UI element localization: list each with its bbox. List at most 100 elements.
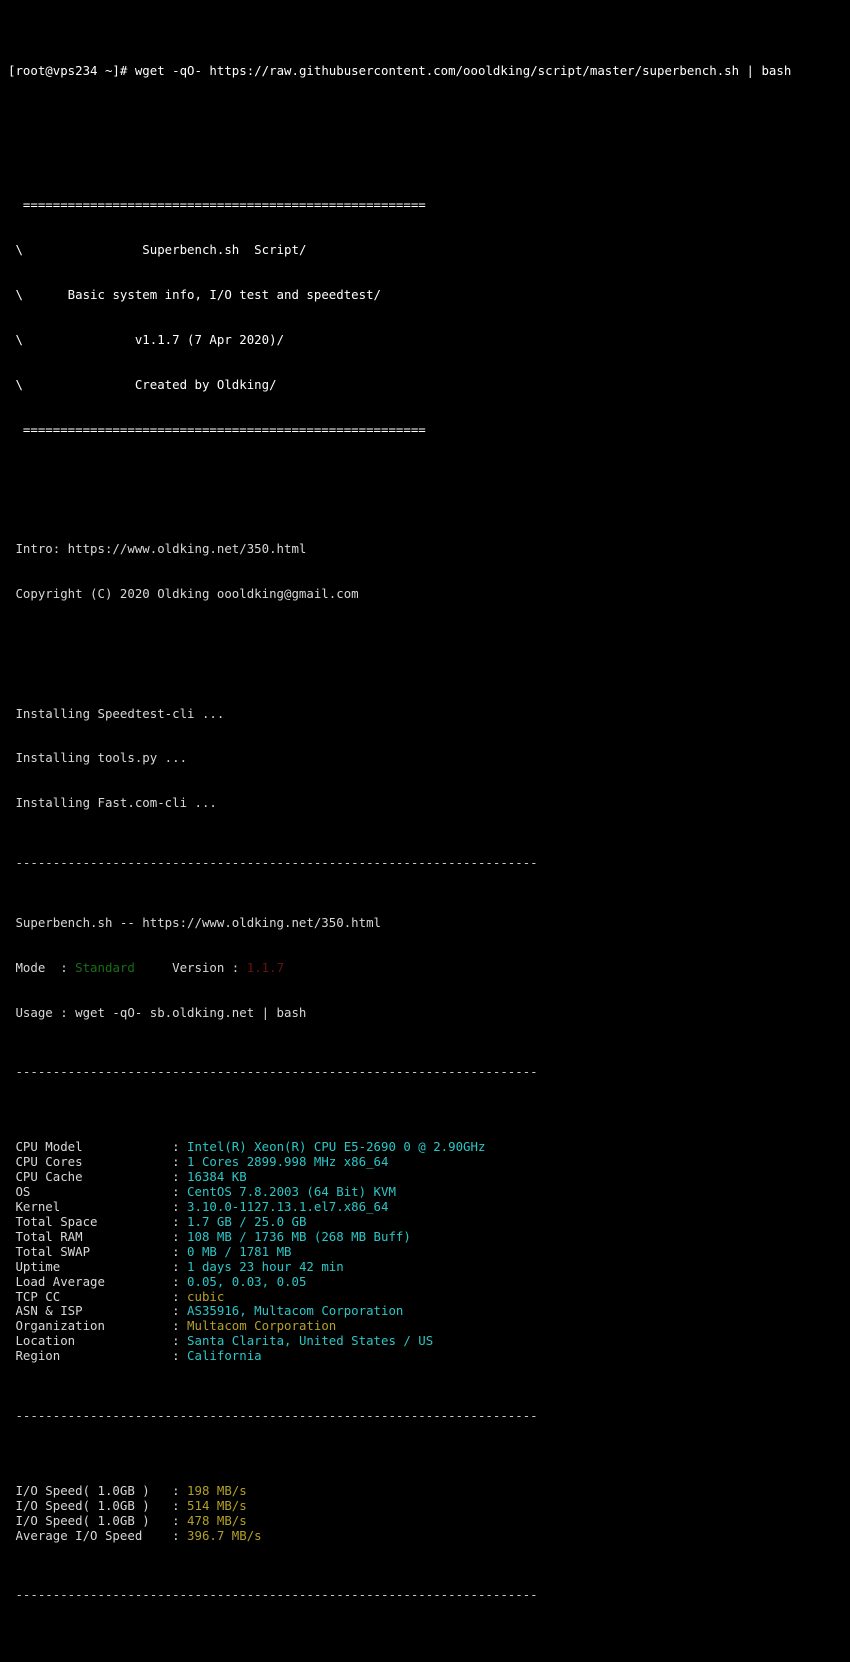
copyright-line: Copyright (C) 2020 Oldking oooldking@gma… [8, 586, 359, 602]
io-speed-value: 514 MB/s [187, 1497, 247, 1513]
system-info-row: Uptime : 1 days 23 hour 42 min [8, 1258, 850, 1275]
mode-label: Mode : [8, 959, 76, 975]
system-info-row: Total RAM : 108 MB / 1736 MB (268 MB Buf… [8, 1228, 850, 1245]
io-speed-row: I/O Speed( 1.0GB ) : 514 MB/s [8, 1497, 850, 1514]
banner-line-1: \ Superbench.sh Script/ [8, 242, 850, 258]
banner-slash-right: / [298, 242, 307, 258]
intro-link[interactable]: Intro: https://www.oldking.net/350.html [8, 541, 850, 557]
separator: ----------------------------------------… [8, 1064, 538, 1080]
system-info-label: Total Space : [8, 1213, 188, 1229]
banner-slash-right: / [269, 376, 277, 392]
io-speed-row: I/O Speed( 1.0GB ) : 198 MB/s [8, 1482, 850, 1499]
system-info-value: 16384 KB [187, 1169, 247, 1184]
usage-line: Usage : wget -qO- sb.oldking.net | bash [8, 1004, 307, 1020]
separator: ----------------------------------------… [8, 1408, 538, 1424]
banner-subtitle: Basic system info, I/O test and speedtes… [22, 287, 374, 303]
version-label: Version : [134, 959, 247, 975]
banner-slash-left: \ [8, 287, 23, 303]
system-info-row: Kernel : 3.10.0-1127.13.1.el7.x86_64 [8, 1198, 850, 1215]
mode-version-line: Mode : Standard Version : 1.1.7 [8, 959, 850, 976]
system-info-row: TCP CC : cubic [8, 1288, 850, 1305]
mode-value: Standard [75, 959, 135, 975]
system-info-label: Total RAM : [8, 1228, 188, 1244]
system-info-label: CPU Model : [8, 1139, 188, 1155]
system-info-value: California [187, 1348, 262, 1364]
io-speed-label: Average I/O Speed : [8, 1527, 188, 1543]
system-info-value: 0.05, 0.03, 0.05 [187, 1273, 307, 1289]
system-info-label: Region : [8, 1348, 188, 1364]
shell-command: wget -qO- https://raw.githubusercontent.… [134, 62, 792, 78]
system-info-row: Region : California [8, 1348, 850, 1364]
io-speed-value: 198 MB/s [187, 1482, 247, 1498]
system-info-value: AS35916, Multacom Corporation [187, 1303, 404, 1319]
system-info-row: CPU Cache : 16384 KB [8, 1169, 850, 1185]
script-header: Superbench.sh -- https://www.oldking.net… [8, 914, 381, 930]
system-info-label: Uptime : [8, 1258, 188, 1274]
banner-author: Created by Oldking [22, 376, 270, 392]
system-info-label: CPU Cache : [8, 1169, 188, 1184]
io-speed-value: 396.7 MB/s [187, 1527, 262, 1543]
system-info-value: 108 MB / 1736 MB (268 MB Buff) [187, 1228, 411, 1244]
system-info-label: OS : [8, 1183, 188, 1199]
system-info-value: 3.10.0-1127.13.1.el7.x86_64 [187, 1198, 389, 1214]
system-info-label: Total SWAP : [8, 1243, 188, 1259]
banner-slash-left: \ [8, 376, 23, 392]
system-info-row: OS : CentOS 7.8.2003 (64 Bit) KVM [8, 1183, 850, 1200]
io-speed-label: I/O Speed( 1.0GB ) : [8, 1512, 188, 1528]
system-info-row: CPU Cores : 1 Cores 2899.998 MHz x86_64 [8, 1154, 850, 1170]
banner-bottom-border: ========================================… [8, 421, 426, 437]
system-info-value: Santa Clarita, United States / US [187, 1333, 434, 1349]
io-speed-value: 478 MB/s [187, 1512, 247, 1528]
system-info-row: Total Space : 1.7 GB / 25.0 GB [8, 1213, 850, 1230]
installing-speedtest: Installing Speedtest-cli ... [8, 705, 225, 721]
command-line: [root@vps234 ~]# wget -qO- https://raw.g… [8, 62, 850, 79]
system-info-row: Load Average : 0.05, 0.03, 0.05 [8, 1273, 850, 1290]
system-info-value: 1 days 23 hour 42 min [187, 1258, 344, 1274]
version-value: 1.1.7 [246, 959, 285, 975]
banner-slash-right: / [373, 287, 382, 303]
banner-slash-left: \ [8, 331, 23, 347]
system-info-value: CentOS 7.8.2003 (64 Bit) KVM [187, 1183, 396, 1199]
banner-line-4: \ Created by Oldking/ [8, 376, 850, 393]
io-speed-row: I/O Speed( 1.0GB ) : 478 MB/s [8, 1512, 850, 1529]
system-info-value: Multacom Corporation [187, 1318, 337, 1334]
separator: ----------------------------------------… [8, 855, 538, 871]
banner-title: Superbench.sh Script [22, 242, 299, 258]
system-info-row: ASN & ISP : AS35916, Multacom Corporatio… [8, 1303, 850, 1319]
banner-slash-left: \ [8, 242, 23, 258]
system-info-label: ASN & ISP : [8, 1303, 188, 1319]
system-info-label: Kernel : [8, 1198, 188, 1214]
system-info-row: Total SWAP : 0 MB / 1781 MB [8, 1243, 850, 1260]
system-info-value: 1.7 GB / 25.0 GB [187, 1213, 307, 1229]
io-speed-label: I/O Speed( 1.0GB ) : [8, 1497, 188, 1513]
system-info-block: CPU Model : Intel(R) Xeon(R) CPU E5-2690… [8, 1139, 850, 1364]
system-info-label: Load Average : [8, 1273, 188, 1289]
system-info-label: Organization : [8, 1318, 188, 1334]
system-info-row: Location : Santa Clarita, United States … [8, 1333, 850, 1349]
io-speed-row: Average I/O Speed : 396.7 MB/s [8, 1527, 850, 1544]
installing-tools: Installing tools.py ... [8, 750, 188, 766]
banner-line-2: \ Basic system info, I/O test and speedt… [8, 287, 850, 303]
separator: ----------------------------------------… [8, 1587, 538, 1603]
system-info-value: cubic [187, 1288, 225, 1304]
installing-fastcom: Installing Fast.com-cli ... [8, 795, 217, 811]
system-info-label: Location : [8, 1333, 188, 1349]
banner-top-border: ========================================… [8, 197, 426, 213]
shell-prompt: [root@vps234 ~]# [8, 62, 135, 78]
system-info-value: Intel(R) Xeon(R) CPU E5-2690 0 @ 2.90GHz [187, 1139, 486, 1155]
banner-line-3: \ v1.1.7 (7 Apr 2020)/ [8, 331, 850, 348]
banner-version: v1.1.7 (7 Apr 2020) [22, 331, 277, 347]
system-info-row: Organization : Multacom Corporation [8, 1318, 850, 1334]
system-info-row: CPU Model : Intel(R) Xeon(R) CPU E5-2690… [8, 1139, 850, 1155]
system-info-value: 1 Cores 2899.998 MHz x86_64 [187, 1154, 389, 1170]
system-info-label: CPU Cores : [8, 1154, 188, 1170]
io-speed-label: I/O Speed( 1.0GB ) : [8, 1482, 188, 1498]
banner-slash-right: / [276, 331, 285, 347]
system-info-label: TCP CC : [8, 1288, 188, 1304]
io-speed-block: I/O Speed( 1.0GB ) : 198 MB/s I/O Speed(… [8, 1482, 850, 1544]
terminal-window[interactable]: [root@vps234 ~]# wget -qO- https://raw.g… [0, 0, 850, 1602]
system-info-value: 0 MB / 1781 MB [187, 1243, 292, 1259]
